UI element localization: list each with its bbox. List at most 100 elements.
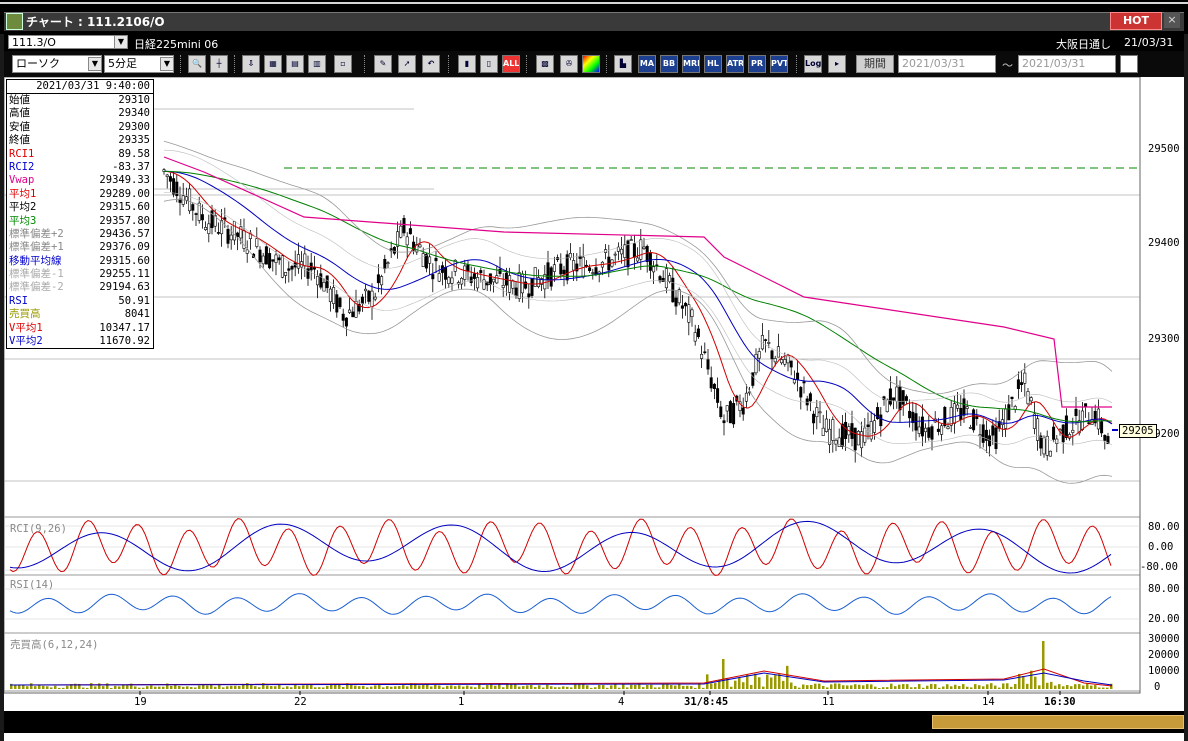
hl-button[interactable]: HL (704, 55, 722, 73)
volume-bar (146, 686, 149, 689)
infobox-row: V平均1 10347.17 (7, 322, 153, 335)
candle-body (828, 428, 832, 445)
chart-canvas[interactable] (4, 77, 1184, 711)
palette-icon[interactable] (582, 55, 600, 73)
volume-bar (974, 684, 977, 689)
period-button[interactable]: 期間 (856, 55, 894, 73)
candle-body (962, 398, 966, 416)
volume-bar (742, 682, 745, 689)
volume-bar (474, 687, 477, 689)
candle-icon[interactable]: ▮ (458, 55, 476, 73)
hot-button[interactable]: HOT (1110, 12, 1162, 30)
close-icon[interactable]: × (1164, 12, 1180, 28)
chevron-down-icon[interactable]: ▼ (114, 35, 128, 49)
candle-body (303, 253, 307, 267)
download-icon[interactable]: ⇩ (242, 55, 260, 73)
candle-body (1074, 408, 1078, 416)
chart-icon[interactable]: ▦ (264, 55, 282, 73)
indicator-icon[interactable]: ▙ (614, 55, 632, 73)
infobox-value: 29349.33 (99, 174, 150, 187)
crosshair-icon[interactable]: ┼ (210, 55, 228, 73)
infobox-row: 終値 29335 (7, 134, 153, 147)
chart3-icon[interactable]: ▥ (308, 55, 326, 73)
pencil-icon[interactable]: ✎ (374, 55, 392, 73)
infobox-row: RSI 50.91 (7, 295, 153, 308)
candle-body (719, 406, 723, 418)
bollinger-mid-line (163, 170, 1113, 425)
ma-button[interactable]: MA (638, 55, 656, 73)
candle-body (280, 255, 284, 278)
candle-body (498, 268, 502, 274)
volume-bar (230, 685, 233, 689)
rci-tick: 80.00 (1148, 521, 1180, 533)
candle-body (680, 305, 684, 309)
cursor-icon[interactable]: ➚ (398, 55, 416, 73)
volume-bar (674, 685, 677, 689)
volume-bar (258, 687, 261, 689)
volume-bar (606, 687, 609, 689)
volume-bar (758, 677, 761, 689)
candle-body (924, 427, 928, 433)
atr-button[interactable]: ATR (726, 55, 744, 73)
volume-bar (770, 677, 773, 689)
checkbox[interactable] (1120, 55, 1138, 73)
pr-button[interactable]: PR (748, 55, 766, 73)
candle-body (232, 221, 236, 241)
end-date-input[interactable]: 2021/03/31 (1018, 55, 1116, 73)
log-button[interactable]: Log (804, 55, 822, 73)
volume-bar (806, 685, 809, 689)
pvt-button[interactable]: PVT (770, 55, 788, 73)
all-button[interactable]: ALL (502, 55, 520, 73)
volume-bar (626, 687, 629, 689)
volume-bar (818, 683, 821, 689)
zoom-icon[interactable]: 🔍 (188, 55, 206, 73)
start-date-input[interactable]: 2021/03/31 (898, 55, 996, 73)
volume-bar (522, 686, 525, 689)
candle-body (994, 427, 998, 449)
lock-icon[interactable]: ▫ (334, 55, 352, 73)
volume-bar (342, 686, 345, 689)
date-label: 21/03/31 (1124, 36, 1174, 49)
volume-bar (1074, 684, 1077, 689)
infobox-key: 平均1 (9, 187, 37, 200)
volume-bar (54, 685, 57, 689)
mre-button[interactable]: MRE (682, 55, 700, 73)
candle-body (1080, 410, 1084, 430)
volume-bar (866, 684, 869, 689)
wrench-icon[interactable]: ✇ (560, 55, 578, 73)
candle-body (476, 277, 480, 289)
volume-bar (814, 683, 817, 689)
volume-bar (58, 687, 61, 689)
candle-body (668, 275, 672, 282)
candle2-icon[interactable]: ▯ (480, 55, 498, 73)
infobox-value: 29315.60 (99, 254, 150, 267)
undo-icon[interactable]: ↶ (422, 55, 440, 73)
bollinger-upper1-line (163, 149, 1113, 404)
chevron-down-icon[interactable]: ▼ (88, 57, 102, 71)
volume-bar (1094, 685, 1097, 689)
volume-bar (298, 686, 301, 689)
candle-body (703, 351, 707, 354)
volume-bar (226, 686, 229, 689)
candle-body (194, 213, 198, 215)
candle-body (690, 309, 694, 317)
chart-area[interactable]: 2021/03/31 9:40:00 始値 29310 高値 29340 安値 29300… (4, 77, 1184, 741)
volume-bar (594, 687, 597, 689)
volume-bar (94, 686, 97, 689)
grid-icon[interactable]: ▩ (536, 55, 554, 73)
volume-bar (534, 687, 537, 689)
settings-icon[interactable]: ▸ (828, 55, 846, 73)
chart2-icon[interactable]: ▤ (286, 55, 304, 73)
volume-bar (550, 686, 553, 689)
symbol-input[interactable]: 111.3/O (8, 35, 118, 49)
volume-bar (494, 685, 497, 689)
scrollbar-thumb[interactable] (932, 715, 1184, 729)
candle-body (1071, 429, 1075, 433)
infobox-value: 50.91 (118, 294, 150, 307)
horizontal-scrollbar[interactable] (4, 711, 1184, 733)
chevron-down-icon[interactable]: ▼ (160, 57, 174, 71)
bollinger-lower1-line (163, 192, 1113, 446)
volume-bar (898, 684, 901, 689)
bb-button[interactable]: BB (660, 55, 678, 73)
candle-body (479, 270, 483, 274)
